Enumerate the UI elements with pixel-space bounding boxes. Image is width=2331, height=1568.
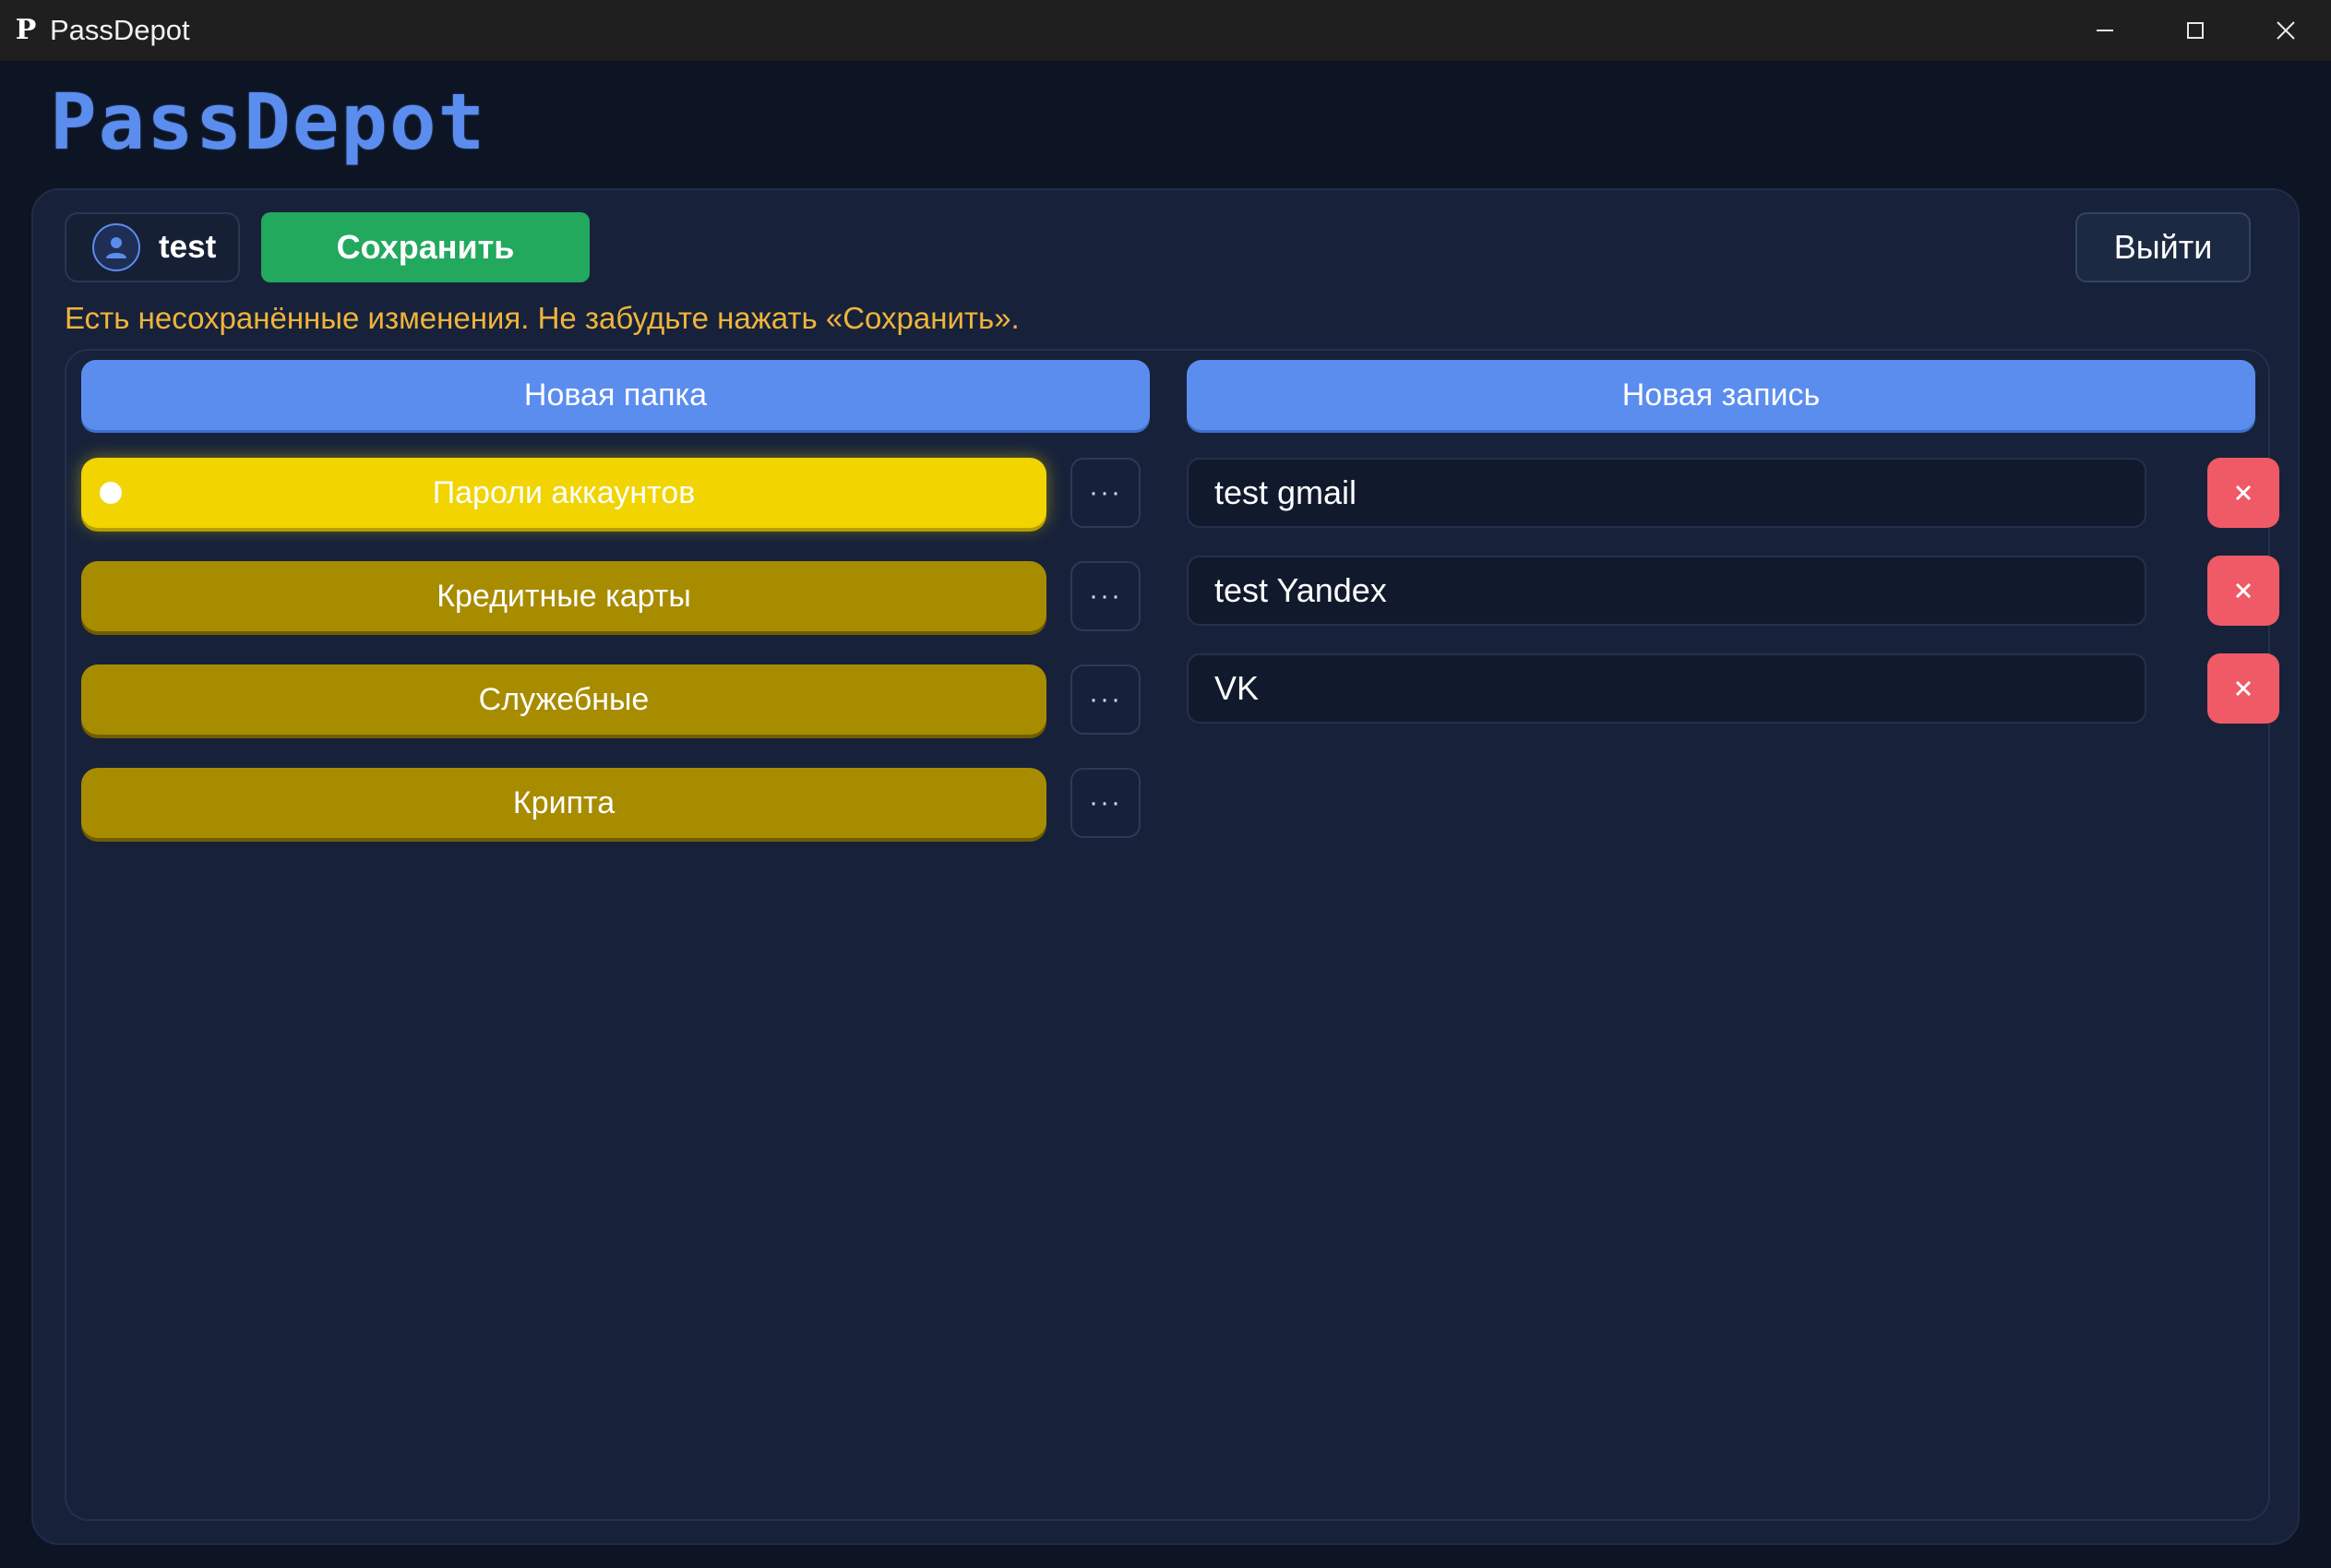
close-window-button[interactable] xyxy=(2241,0,2331,61)
close-icon xyxy=(2235,582,2252,599)
unsaved-warning: Есть несохранённые изменения. Не забудьт… xyxy=(65,301,1020,335)
username: test xyxy=(159,229,217,265)
entry-item[interactable]: VK xyxy=(1187,653,2146,724)
folder-more-button[interactable]: ··· xyxy=(1070,561,1141,631)
new-entry-button[interactable]: Новая запись xyxy=(1187,360,2255,430)
active-indicator xyxy=(100,482,122,504)
logout-button[interactable]: Выйти xyxy=(2075,212,2251,282)
content-panel: Новая папка Новая запись Пароли аккаунто… xyxy=(65,349,2279,1521)
user-icon xyxy=(106,237,126,258)
entry-item[interactable]: test Yandex xyxy=(1187,556,2146,626)
main-card: test Сохранить Выйти Есть несохранённые … xyxy=(31,188,2300,1545)
window-title: PassDepot xyxy=(50,14,190,46)
entry-label: test Yandex xyxy=(1214,571,1387,609)
folder-label: Крипта xyxy=(512,784,616,820)
more-icon: ··· xyxy=(1089,787,1122,818)
delete-entry-button[interactable] xyxy=(2207,556,2279,626)
folder-item[interactable]: Служебные xyxy=(81,664,1046,735)
folder-label: Служебные xyxy=(478,681,650,717)
more-icon: ··· xyxy=(1089,477,1122,508)
entry-label: VK xyxy=(1214,669,1260,707)
avatar xyxy=(92,223,140,271)
title-bar: P PassDepot xyxy=(0,0,2331,62)
folder-more-button[interactable]: ··· xyxy=(1070,768,1141,838)
folder-item[interactable]: Пароли аккаунтов xyxy=(81,458,1046,528)
close-icon xyxy=(2277,21,2295,40)
folder-label: Кредитные карты xyxy=(436,578,691,614)
maximize-button[interactable] xyxy=(2150,0,2241,61)
app-icon: P xyxy=(15,14,37,46)
folder-more-button[interactable]: ··· xyxy=(1070,664,1141,735)
more-icon: ··· xyxy=(1089,581,1122,611)
save-button[interactable]: Сохранить xyxy=(261,212,590,282)
folder-label: Пароли аккаунтов xyxy=(432,474,696,510)
entry-item[interactable]: test gmail xyxy=(1187,458,2146,528)
minimize-button[interactable] xyxy=(2060,0,2150,61)
folder-item[interactable]: Кредитные карты xyxy=(81,561,1046,631)
folder-item[interactable]: Крипта xyxy=(81,768,1046,838)
user-chip[interactable]: test xyxy=(65,212,240,282)
new-folder-button[interactable]: Новая папка xyxy=(81,360,1150,430)
more-icon: ··· xyxy=(1089,684,1122,714)
folder-more-button[interactable]: ··· xyxy=(1070,458,1141,528)
minimize-icon xyxy=(2097,30,2113,31)
entry-label: test gmail xyxy=(1214,473,1357,511)
delete-entry-button[interactable] xyxy=(2207,653,2279,724)
app-logo: PassDepot xyxy=(50,77,487,167)
window-controls xyxy=(2060,0,2331,61)
close-icon xyxy=(2235,485,2252,501)
delete-entry-button[interactable] xyxy=(2207,458,2279,528)
close-icon xyxy=(2235,680,2252,697)
maximize-icon xyxy=(2187,22,2204,39)
